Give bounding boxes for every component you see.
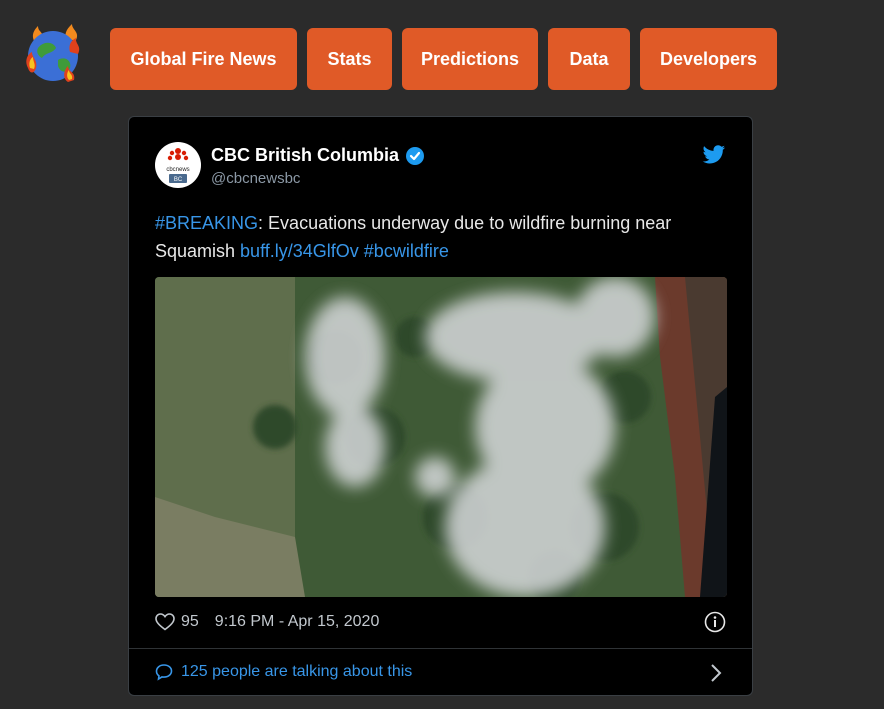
cbc-logo-icon: cbcnews BC [166, 148, 190, 183]
author-handle[interactable]: @cbcnewsbc [211, 170, 300, 187]
nav-global-fire-news[interactable]: Global Fire News [110, 28, 297, 90]
hashtag-breaking[interactable]: #BREAKING [155, 213, 258, 233]
author-avatar[interactable]: cbcnews BC [155, 142, 201, 188]
nav-stats[interactable]: Stats [307, 28, 392, 90]
tweet-link[interactable]: buff.ly/34GlfOv [240, 241, 359, 261]
author-name-label: CBC British Columbia [211, 145, 400, 165]
nav-predictions[interactable]: Predictions [402, 28, 538, 90]
chevron-right-icon[interactable] [710, 663, 722, 683]
hashtag-bcwildfire[interactable]: #bcwildfire [364, 241, 449, 261]
svg-text:cbcnews: cbcnews [166, 167, 189, 173]
divider [129, 648, 752, 649]
verified-badge-icon [406, 146, 425, 165]
site-logo[interactable] [22, 22, 84, 86]
tweet-timestamp[interactable]: 9:16 PM - Apr 15, 2020 [215, 613, 380, 631]
heart-icon [155, 613, 175, 631]
embedded-tweet: cbcnews BC CBC British Columbia @cbcnews… [128, 116, 753, 696]
like-count: 95 [181, 613, 199, 630]
burning-globe-icon [26, 24, 80, 82]
main-nav: Global Fire News Stats Predictions Data … [110, 28, 777, 90]
author-name[interactable]: CBC British Columbia [211, 145, 425, 166]
tweet-text: #BREAKING: Evacuations underway due to w… [155, 209, 715, 265]
nav-developers[interactable]: Developers [640, 28, 777, 90]
info-icon[interactable] [704, 611, 726, 633]
wildfire-aerial-photo [155, 277, 727, 597]
speech-bubble-icon [155, 664, 173, 681]
like-button[interactable]: 95 [155, 613, 199, 631]
conversation-link[interactable]: 125 people are talking about this [155, 663, 412, 681]
nav-data[interactable]: Data [548, 28, 630, 90]
twitter-bird-icon[interactable] [702, 145, 726, 165]
svg-text:BC: BC [174, 177, 183, 183]
tweet-meta: 95 9:16 PM - Apr 15, 2020 [155, 613, 379, 631]
tweet-photo[interactable] [155, 277, 727, 597]
conversation-label: 125 people are talking about this [181, 663, 413, 680]
